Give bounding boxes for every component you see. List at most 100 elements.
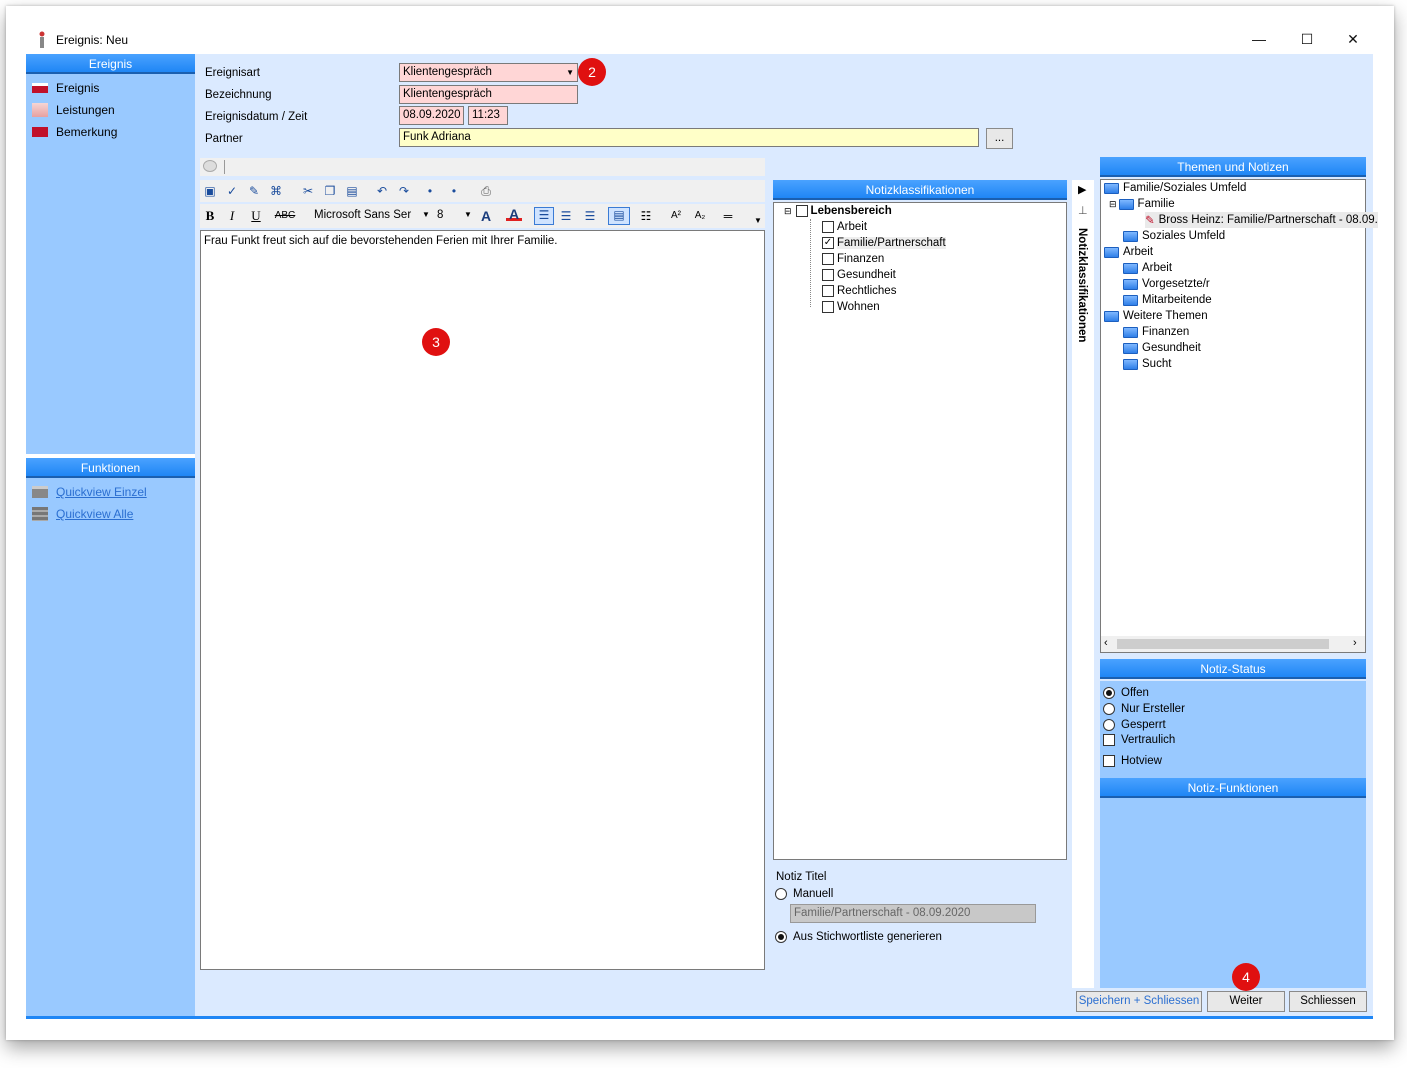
cut-icon[interactable]: ✂	[300, 184, 316, 198]
tree-item-familie-partnerschaft[interactable]: ✓ Familie/Partnerschaft	[822, 235, 946, 251]
checkbox[interactable]	[822, 221, 834, 233]
radio[interactable]	[1103, 703, 1115, 715]
horizontal-rule-icon[interactable]: ═	[720, 209, 736, 223]
minimize-button[interactable]: —	[1244, 28, 1274, 50]
radio-selected[interactable]	[775, 931, 787, 943]
tree-node[interactable]: Mitarbeitende	[1123, 292, 1212, 308]
chevron-down-icon[interactable]: ▼	[422, 210, 430, 219]
tree-item-finanzen[interactable]: Finanzen	[822, 251, 884, 267]
save-icon[interactable]: ▣	[202, 184, 218, 198]
comment-icon[interactable]	[203, 160, 217, 172]
checkbox[interactable]	[795, 205, 808, 217]
quickview-einzel-link[interactable]: Quickview Einzel	[32, 482, 147, 502]
print-icon[interactable]: ⎙	[478, 184, 494, 198]
superscript-icon[interactable]: A²	[668, 209, 684, 223]
tree-node-note[interactable]: ✎ Bross Heinz: Familie/Partnerschaft - 08…	[1145, 212, 1378, 228]
zeit-input[interactable]: 11:23	[468, 106, 508, 125]
horizontal-scrollbar[interactable]: ‹ ›	[1101, 636, 1365, 652]
scroll-left-icon[interactable]: ‹	[1104, 637, 1108, 649]
tree-item-gesundheit[interactable]: Gesundheit	[822, 267, 896, 283]
format-icon[interactable]: ⌘	[268, 184, 284, 198]
checkbox[interactable]	[822, 301, 834, 313]
ereignisart-select[interactable]: Klientengespräch ▼	[399, 63, 578, 82]
pin-icon[interactable]: ⊥	[1078, 204, 1088, 217]
tree-item-wohnen[interactable]: Wohnen	[822, 299, 880, 315]
toolbar-overflow-icon[interactable]: ▼	[750, 214, 766, 228]
sidebar-item-leistungen[interactable]: Leistungen	[32, 100, 115, 120]
tree-node[interactable]: Vorgesetzte/r	[1123, 276, 1210, 292]
bezeichnung-input[interactable]: Klientengespräch	[399, 85, 578, 104]
wrap-icon[interactable]: ▤	[608, 207, 630, 225]
align-right-icon[interactable]: ☰	[582, 209, 598, 223]
partner-input[interactable]: Funk Adriana	[399, 128, 979, 147]
checkbox[interactable]	[822, 269, 834, 281]
font-color-icon[interactable]: A	[506, 207, 522, 221]
maximize-button[interactable]: ☐	[1292, 28, 1322, 50]
edit-icon[interactable]: ✎	[246, 184, 262, 198]
status-nur-ersteller-radio[interactable]: Nur Ersteller	[1103, 701, 1185, 717]
status-offen-radio[interactable]: Offen	[1103, 685, 1149, 701]
undo-icon[interactable]: ↶	[374, 184, 390, 198]
sidebar-item-ereignis[interactable]: Ereignis	[32, 78, 99, 98]
tree-root-lebensbereich[interactable]: ⊟ Lebensbereich	[784, 203, 892, 219]
vertical-tab-notizklassifikationen[interactable]: Notizklassifikationen	[1076, 228, 1088, 342]
align-left-icon[interactable]: ☰	[534, 207, 554, 225]
vertraulich-checkbox[interactable]: Vertraulich	[1103, 732, 1175, 748]
scrollbar-thumb[interactable]	[1117, 639, 1329, 649]
tree-node[interactable]: Sucht	[1123, 356, 1171, 372]
sidebar-item-bemerkung[interactable]: Bemerkung	[32, 122, 117, 142]
tree-node[interactable]: Gesundheit	[1123, 340, 1201, 356]
weiter-button[interactable]: Weiter	[1207, 991, 1285, 1012]
copy-icon[interactable]: ❐	[322, 184, 338, 198]
strikethrough-icon[interactable]: ABC	[272, 209, 298, 223]
checkbox[interactable]	[822, 253, 834, 265]
collapse-icon[interactable]: ⊟	[784, 206, 792, 217]
tree-node[interactable]: Familie/Soziales Umfeld	[1104, 180, 1246, 196]
chevron-down-icon[interactable]: ▼	[464, 210, 472, 219]
tree-node[interactable]: Soziales Umfeld	[1123, 228, 1225, 244]
speichern-schliessen-button[interactable]: Speichern + Schliessen	[1076, 991, 1202, 1012]
font-name-select[interactable]: Microsoft Sans Ser	[314, 209, 411, 221]
tree-node[interactable]: Finanzen	[1123, 324, 1189, 340]
bullet-list-icon[interactable]: ☷	[638, 209, 654, 223]
collapse-icon[interactable]: ⊟	[1109, 199, 1117, 210]
tree-node[interactable]: Weitere Themen	[1104, 308, 1208, 324]
font-size-icon[interactable]: A	[478, 209, 494, 223]
align-center-icon[interactable]: ☰	[558, 209, 574, 223]
close-button[interactable]: ✕	[1338, 28, 1368, 50]
quickview-alle-link[interactable]: Quickview Alle	[32, 504, 133, 524]
note-editor[interactable]: Frau Funkt freut sich auf die bevorstehe…	[200, 230, 765, 970]
tree-node[interactable]: Arbeit	[1104, 244, 1153, 260]
font-size-select[interactable]: 8	[437, 209, 443, 221]
radio[interactable]	[775, 888, 787, 900]
bold-icon[interactable]: B	[202, 209, 218, 223]
bullet-dot-icon[interactable]: •	[422, 184, 438, 198]
scroll-right-icon[interactable]: ›	[1353, 637, 1357, 649]
subscript-icon[interactable]: A₂	[692, 209, 708, 223]
tree-node[interactable]: Arbeit	[1123, 260, 1172, 276]
tree-item-arbeit[interactable]: Arbeit	[822, 219, 867, 235]
radio-selected[interactable]	[1103, 687, 1115, 699]
tree-node[interactable]: ⊟ Familie	[1109, 196, 1175, 212]
schliessen-button[interactable]: Schliessen	[1289, 991, 1367, 1012]
spellcheck-icon[interactable]: ✓	[224, 184, 240, 198]
datum-input[interactable]: 08.09.2020	[399, 106, 464, 125]
checkbox[interactable]	[822, 285, 834, 297]
bullet-dot-icon-2[interactable]: •	[446, 184, 462, 198]
notiz-titel-input[interactable]: Familie/Partnerschaft - 08.09.2020	[790, 904, 1036, 923]
partner-browse-button[interactable]: ...	[986, 128, 1013, 149]
generieren-radio[interactable]: Aus Stichwortliste generieren	[775, 929, 942, 945]
status-gesperrt-radio[interactable]: Gesperrt	[1103, 717, 1166, 733]
checkbox-checked[interactable]: ✓	[822, 237, 834, 249]
redo-icon[interactable]: ↷	[396, 184, 412, 198]
tree-item-rechtliches[interactable]: Rechtliches	[822, 283, 896, 299]
radio[interactable]	[1103, 719, 1115, 731]
underline-icon[interactable]: U	[248, 209, 264, 223]
checkbox[interactable]	[1103, 755, 1115, 767]
checkbox[interactable]	[1103, 734, 1115, 746]
italic-icon[interactable]: I	[224, 209, 240, 223]
manuell-radio[interactable]: Manuell	[775, 886, 833, 902]
hotview-checkbox[interactable]: Hotview	[1103, 753, 1162, 769]
paste-icon[interactable]: ▤	[344, 184, 360, 198]
expand-right-icon[interactable]: ▶	[1078, 183, 1086, 196]
